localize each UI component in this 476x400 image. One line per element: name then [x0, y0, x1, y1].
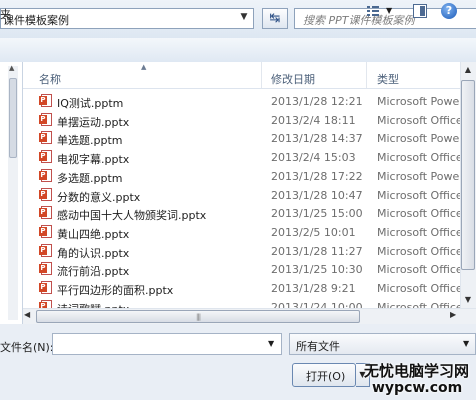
powerpoint-file-icon — [39, 131, 52, 145]
preview-pane-icon[interactable] — [413, 4, 427, 18]
column-header-row: 名称 修改日期 类型 — [23, 62, 460, 89]
file-date: 2013/1/28 10:47 — [271, 188, 363, 202]
powerpoint-file-icon — [39, 224, 52, 238]
powerpoint-file-icon — [39, 206, 52, 220]
file-date: 2013/1/28 14:37 — [271, 132, 363, 146]
file-type: Microsoft Office — [377, 188, 460, 202]
search-placeholder: 搜索 PPT课件模板案例 — [303, 14, 415, 27]
new-folder-button[interactable]: 夹 — [0, 6, 11, 22]
refresh-icon: ↹ — [269, 11, 281, 26]
powerpoint-file-icon — [39, 168, 52, 182]
file-row[interactable]: 多选题.pptm 2013/1/28 17:22 Microsoft Powe — [23, 167, 460, 186]
file-row[interactable]: 单选题.pptm 2013/1/28 14:37 Microsoft Powe — [23, 129, 460, 148]
file-row[interactable]: 电视字幕.pptx 2013/2/4 15:03 Microsoft Office — [23, 148, 460, 167]
filename-input[interactable] — [52, 333, 282, 355]
file-name[interactable]: 流行前沿.pptx — [57, 263, 129, 279]
file-name[interactable]: 分数的意义.pptx — [57, 189, 140, 205]
refresh-button[interactable]: ↹ — [262, 8, 288, 29]
file-type: Microsoft Office — [377, 151, 460, 165]
powerpoint-file-icon — [39, 243, 52, 257]
file-name[interactable]: 单选题.pptm — [57, 132, 123, 148]
file-name[interactable]: 单摆运动.pptx — [57, 114, 129, 130]
scroll-left-icon[interactable]: ◀ — [24, 310, 30, 319]
file-type: Microsoft Office — [377, 282, 460, 295]
file-name[interactable]: 平行四边形的面积.pptx — [57, 282, 173, 298]
scroll-up-icon[interactable]: ▲ — [9, 64, 14, 72]
scrollbar-grip-icon: ||| — [196, 313, 201, 321]
scroll-right-icon[interactable]: ▶ — [450, 310, 456, 319]
file-name[interactable]: 多选题.pptm — [57, 170, 123, 186]
file-type: Microsoft Powe — [377, 95, 460, 108]
chevron-down-icon[interactable]: ▼ — [237, 12, 251, 26]
chevron-down-icon[interactable]: ▼ — [268, 339, 274, 348]
file-type: Microsoft Office — [377, 225, 460, 239]
powerpoint-file-icon — [39, 150, 52, 164]
powerpoint-file-icon — [39, 94, 52, 107]
file-row[interactable]: 黄山四绝.pptx 2013/2/5 10:01 Microsoft Office — [23, 223, 460, 242]
file-type: Microsoft Powe — [377, 169, 460, 183]
file-row[interactable]: 平行四边形的面积.pptx 2013/1/28 9:21 Microsoft Off… — [23, 279, 460, 298]
nav-scrollbar-thumb[interactable] — [9, 78, 17, 158]
file-row[interactable]: 单摆运动.pptx 2013/2/4 18:11 Microsoft Office — [23, 111, 460, 130]
open-button-label[interactable]: 打开(O) — [306, 368, 345, 384]
toolbar — [0, 38, 476, 63]
powerpoint-file-icon — [39, 112, 52, 126]
file-type: Microsoft Office — [377, 244, 460, 258]
file-type: Microsoft Powe — [377, 132, 460, 146]
file-date: 2013/2/4 15:03 — [271, 151, 356, 165]
file-date: 2013/1/28 17:22 — [271, 169, 363, 183]
column-type[interactable]: 类型 — [377, 71, 399, 87]
file-row[interactable]: 流行前沿.pptx 2013/1/25 10:30 Microsoft Office — [23, 260, 460, 279]
file-type: Microsoft Office — [377, 263, 460, 277]
file-type: Microsoft Office — [377, 113, 460, 127]
file-row[interactable]: 分数的意义.pptx 2013/1/28 10:47 Microsoft Offic… — [23, 186, 460, 205]
file-date: 2013/2/4 18:11 — [271, 113, 356, 127]
file-name[interactable]: 角的认识.pptx — [57, 245, 129, 261]
chevron-down-icon[interactable]: ▼ — [463, 339, 469, 348]
column-name[interactable]: 名称 — [39, 71, 61, 87]
column-divider[interactable] — [366, 62, 367, 88]
file-date: 2013/1/28 9:21 — [271, 282, 356, 295]
filename-label: 文件名(N): — [0, 341, 54, 354]
file-type: Microsoft Office — [377, 207, 460, 221]
powerpoint-file-icon — [39, 262, 52, 276]
scroll-up-icon[interactable]: ▲ — [460, 62, 476, 78]
file-name[interactable]: IQ测试.pptm — [57, 95, 123, 111]
address-path[interactable]: 课件模板案例 — [3, 12, 69, 28]
file-row[interactable]: IQ测试.pptm 2013/1/28 12:21 Microsoft Powe — [23, 92, 460, 111]
watermark-text: 无忧电脑学习网 — [364, 362, 470, 380]
filetype-value[interactable]: 所有文件 — [296, 338, 340, 354]
column-divider[interactable] — [261, 62, 262, 88]
column-modified[interactable]: 修改日期 — [271, 71, 315, 87]
file-row[interactable]: 角的认识.pptx 2013/1/28 11:27 Microsoft Office — [23, 242, 460, 261]
file-date: 2013/1/28 11:27 — [271, 244, 363, 258]
watermark-url: wypcw.com — [372, 380, 463, 396]
chevron-down-icon[interactable]: ▼ — [386, 6, 392, 15]
powerpoint-file-icon — [39, 187, 52, 201]
file-name[interactable]: 黄山四绝.pptx — [57, 226, 129, 242]
file-row[interactable]: 感动中国十大人物颁奖词.pptx 2013/1/25 15:00 Microsoft… — [23, 204, 460, 223]
view-options-icon[interactable] — [366, 4, 380, 18]
file-date: 2013/1/28 12:21 — [271, 95, 363, 108]
file-name[interactable]: 电视字幕.pptx — [57, 151, 129, 167]
file-date: 2013/2/5 10:01 — [271, 225, 356, 239]
vertical-scrollbar-thumb[interactable] — [461, 80, 475, 270]
sort-ascending-icon: ▲ — [141, 63, 147, 71]
address-bar[interactable]: 课件模板案例 ▼ — [0, 8, 254, 29]
help-icon[interactable]: ? — [441, 3, 457, 19]
file-date: 2013/1/25 10:30 — [271, 263, 363, 277]
file-name[interactable]: 感动中国十大人物颁奖词.pptx — [57, 207, 206, 223]
file-date: 2013/1/25 15:00 — [271, 207, 363, 221]
powerpoint-file-icon — [39, 281, 52, 294]
scroll-down-icon[interactable]: ▼ — [460, 292, 476, 308]
